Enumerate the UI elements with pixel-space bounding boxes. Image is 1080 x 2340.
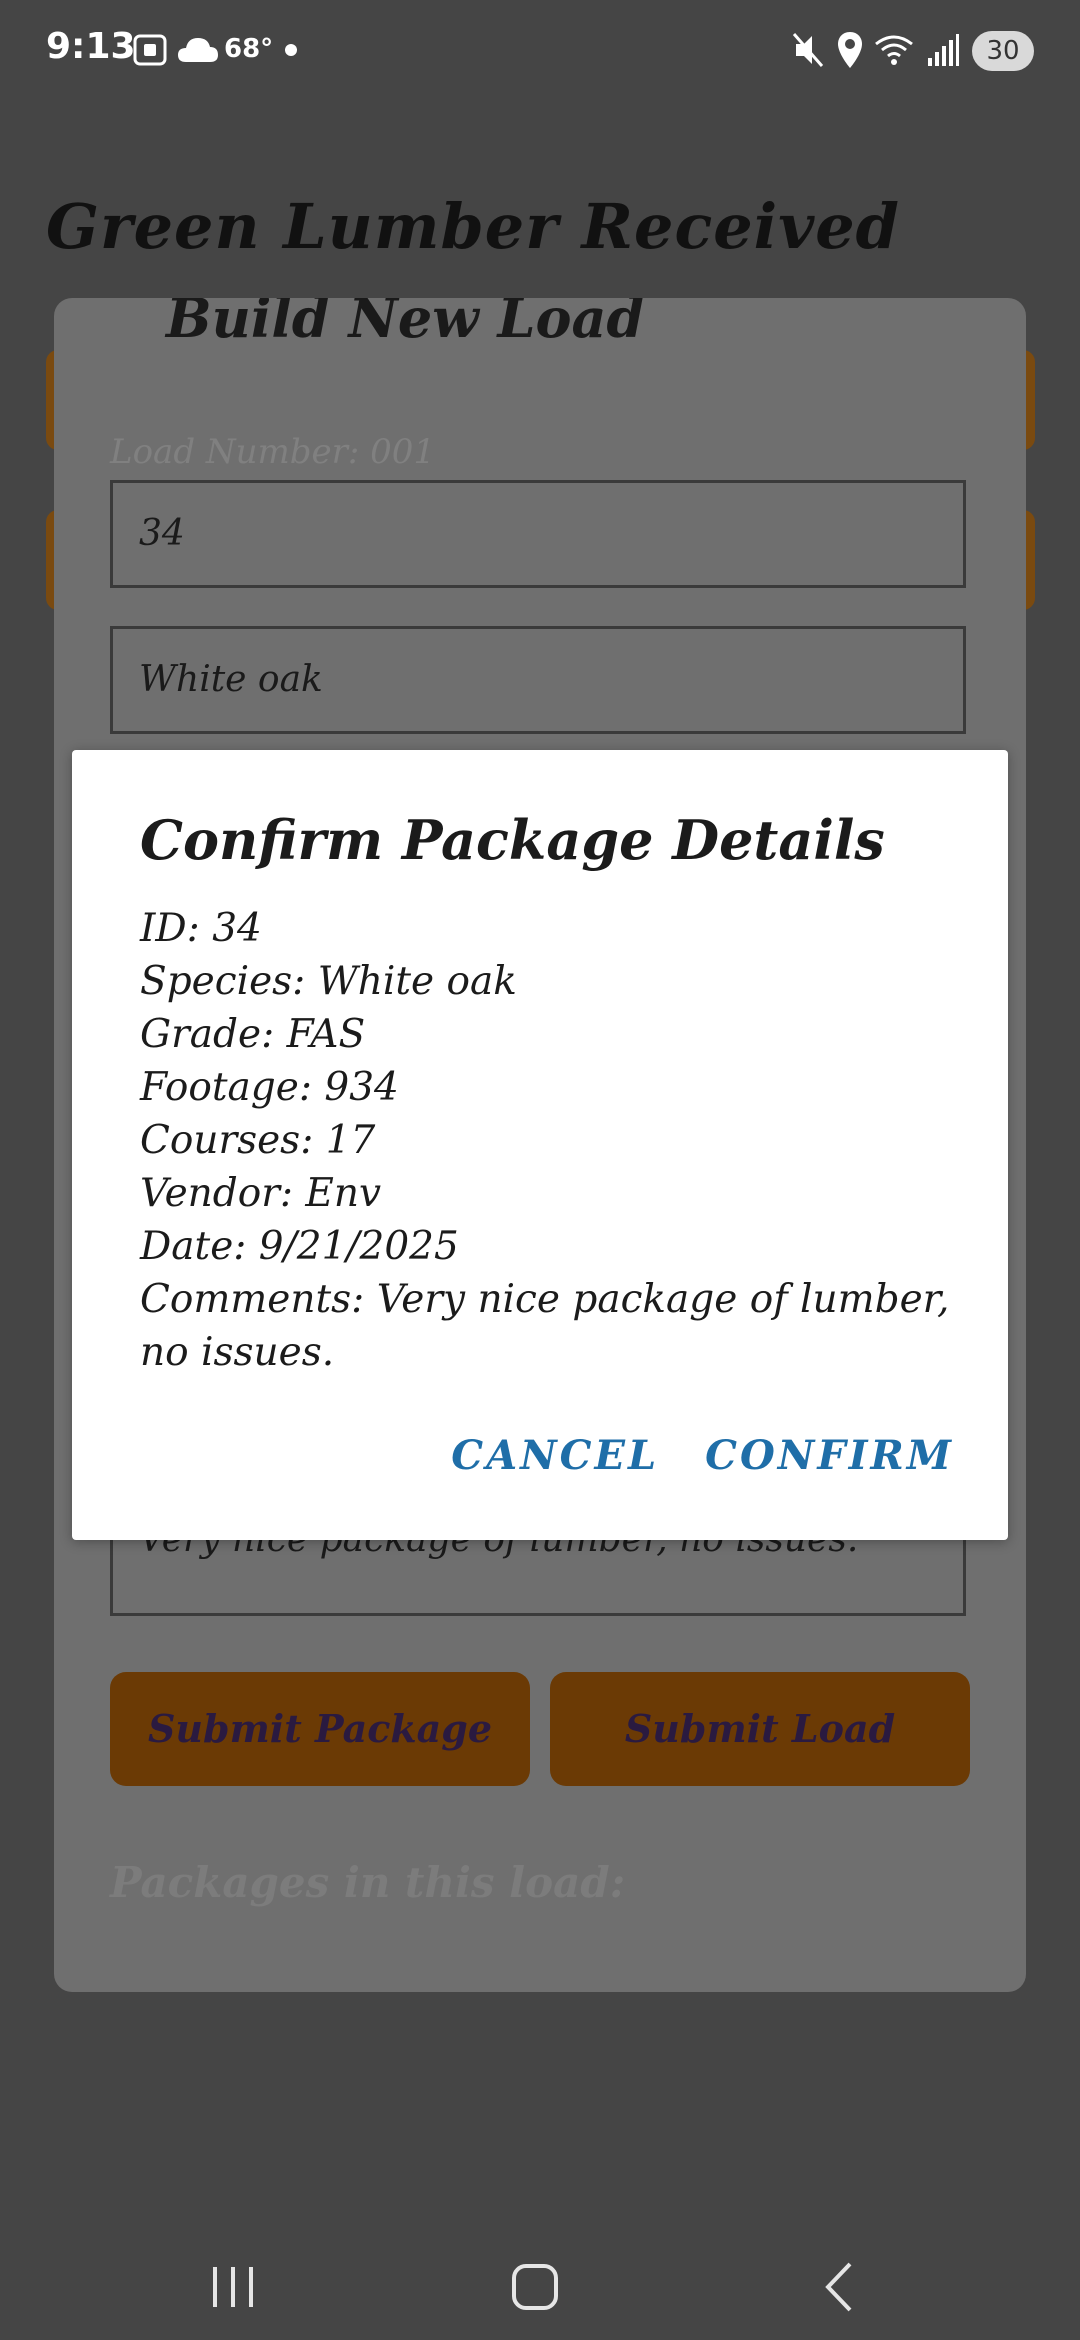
package-id-field[interactable]: 34 [110,480,966,588]
confirm-dialog: Confirm Package Details ID: 34 Species: … [72,750,1008,1540]
temperature: 68° [224,34,274,64]
recent-apps-icon[interactable] [193,2252,273,2322]
page-title: Green Lumber Received [46,190,901,263]
detail-comments: Comments: Very nice package of lumber, n… [140,1277,950,1375]
dialog-body: ID: 34 Species: White oak Grade: FAS Foo… [140,902,960,1379]
panel-heading-text: Build New Load [166,298,645,350]
signal-icon [928,34,959,66]
dialog-title: Confirm Package Details [140,808,885,872]
back-icon[interactable] [800,2252,880,2322]
vibrate-mute-icon [792,33,824,67]
packages-list-label: Packages in this load: [110,1858,626,1907]
submit-load-button[interactable]: Submit Load [550,1672,970,1786]
wifi-icon [875,35,913,65]
detail-id: ID: 34 [140,906,262,951]
load-number: Load Number: 001 [110,432,436,472]
panel-heading: Build New Load [110,298,970,368]
confirm-button[interactable]: CONFIRM [705,1432,954,1479]
navigation-bar [0,2230,1080,2340]
detail-vendor: Vendor: Env [140,1171,382,1216]
species-field[interactable]: White oak [110,626,966,734]
detail-species: Species: White oak [140,959,517,1004]
home-icon[interactable] [495,2252,575,2322]
clock: 9:13 [46,26,136,67]
submit-package-button[interactable]: Submit Package [110,1672,530,1786]
cancel-button[interactable]: CANCEL [451,1432,659,1479]
screenshot-icon [133,34,167,66]
status-bar: 9:13 68° 30 [0,0,1080,100]
detail-footage: Footage: 934 [140,1065,399,1110]
dialog-actions: CANCEL CONFIRM [451,1432,954,1479]
detail-courses: Courses: 17 [140,1118,376,1163]
detail-date: Date: 9/21/2025 [140,1224,459,1269]
location-icon [838,32,862,68]
cloud-icon [178,38,218,62]
battery-indicator: 30 [972,31,1034,71]
detail-grade: Grade: FAS [140,1012,366,1057]
notification-dot-icon [285,44,297,56]
